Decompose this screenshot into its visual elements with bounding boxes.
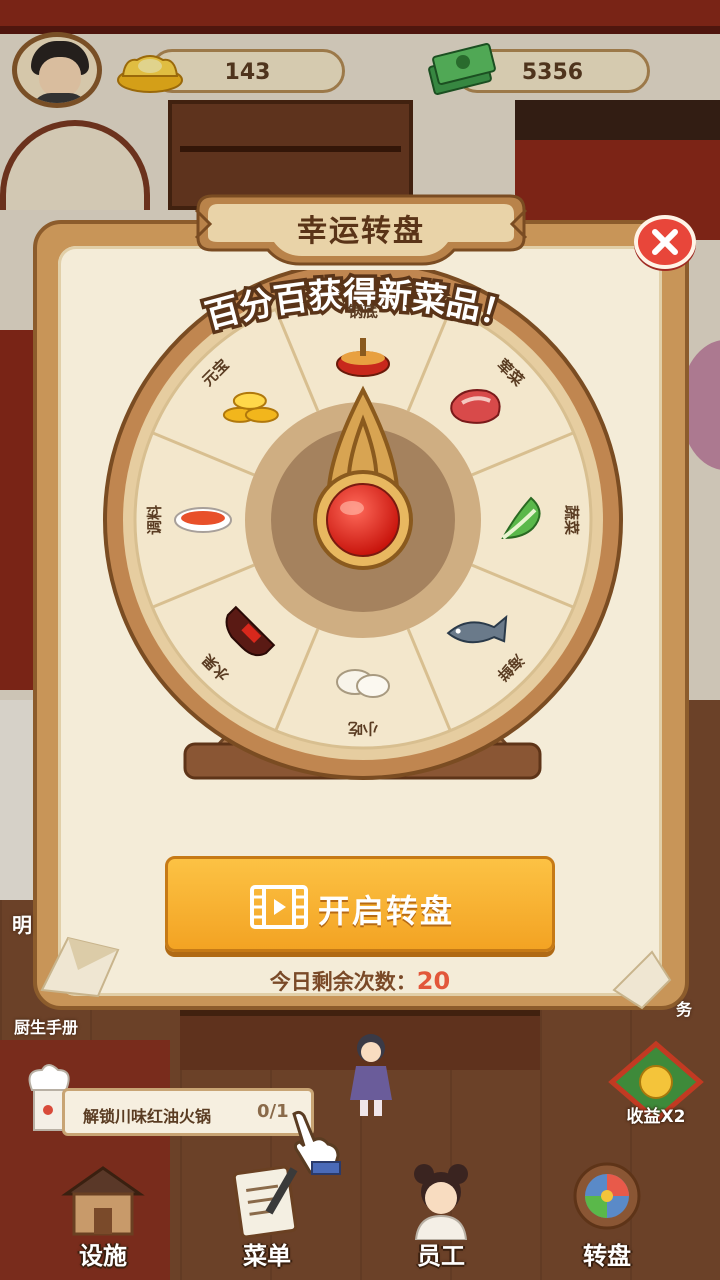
income-bonus-label: 收益X2 [626, 1107, 686, 1127]
nav-facility[interactable]: 设施 [48, 1160, 158, 1280]
nav-staff-label: 员工 [417, 1242, 465, 1270]
start-spin-button[interactable]: 开启转盘 [165, 856, 555, 952]
side-character-text: 明 [12, 913, 32, 937]
meat-icon [450, 389, 501, 424]
task-tracker[interactable]: 解锁川味红油火锅 0/1 [62, 1088, 314, 1136]
menu-icon [232, 1165, 298, 1239]
nav-wheel[interactable]: 转盘 [552, 1160, 662, 1280]
nav-menu-label: 菜单 [243, 1242, 291, 1270]
task-side-label[interactable]: 务 [676, 996, 720, 1020]
facility-icon [61, 1166, 145, 1236]
remaining-count: 20 [416, 967, 451, 995]
segment-label: 锅底 [348, 303, 378, 321]
sauce-bowl-icon [174, 507, 232, 533]
remaining-spins: 今日剩余次数：20 [0, 966, 720, 996]
close-button[interactable] [634, 215, 696, 269]
nav-wheel-label: 转盘 [583, 1242, 631, 1270]
segment-label: 小吃 [348, 720, 378, 738]
nav-menu[interactable]: 菜单 [212, 1160, 322, 1280]
segment-label: 蔬菜 [563, 505, 581, 535]
chef-handbook-label[interactable]: 厨生手册 [14, 1014, 114, 1038]
video-ad-icon [250, 885, 308, 929]
remaining-label: 今日剩余次数： [269, 970, 417, 994]
waitress-character [350, 1034, 392, 1116]
task-text: 解锁川味红油火锅 [83, 1107, 212, 1126]
modal-title: 幸运转盘 [297, 214, 425, 249]
spin-knob [326, 483, 400, 557]
close-icon [652, 229, 678, 255]
staff-icon [414, 1164, 468, 1240]
nav-staff[interactable]: 员工 [386, 1160, 496, 1280]
lucky-wheel[interactable]: 百分百获得新菜品！ 锅底荤菜蔬菜海鲜小吃水果调料元宝 [90, 270, 635, 810]
wheel-icon [573, 1162, 641, 1230]
start-spin-label: 开启转盘 [318, 892, 455, 930]
nav-facility-label: 设施 [79, 1242, 127, 1270]
segment-label: 调料 [146, 505, 164, 535]
